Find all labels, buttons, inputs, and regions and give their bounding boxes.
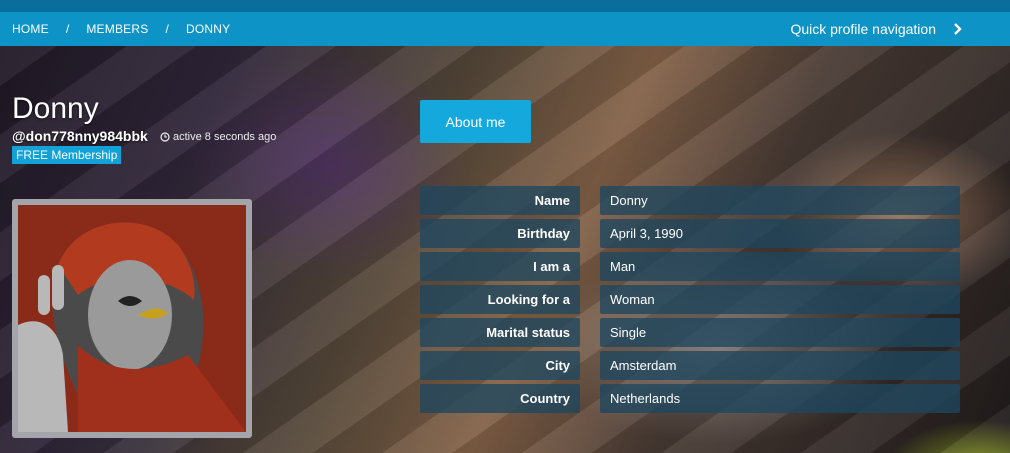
breadcrumb: HOME / MEMBERS / DONNY: [12, 12, 230, 46]
detail-label: Marital status: [420, 318, 580, 347]
activity-text: active 8 seconds ago: [173, 131, 277, 143]
profile-username: @don778nny984bbk: [12, 128, 148, 144]
detail-value: Amsterdam: [600, 351, 960, 380]
breadcrumb-separator: /: [165, 22, 169, 36]
activity-status: active 8 seconds ago: [160, 131, 276, 143]
about-me-button[interactable]: About me: [420, 100, 531, 143]
detail-value: Woman: [600, 285, 960, 314]
chevron-right-icon[interactable]: [952, 23, 964, 35]
detail-label: I am a: [420, 252, 580, 281]
detail-label: Country: [420, 384, 580, 413]
top-strip: [0, 0, 1010, 12]
detail-label: Birthday: [420, 219, 580, 248]
detail-value: Donny: [600, 186, 960, 215]
breadcrumb-current: DONNY: [185, 22, 231, 36]
membership-badge: FREE Membership: [12, 146, 122, 164]
navbar: HOME / MEMBERS / DONNY Quick profile nav…: [0, 12, 1010, 46]
detail-label: Looking for a: [420, 285, 580, 314]
breadcrumb-members[interactable]: MEMBERS: [86, 22, 148, 36]
avatar[interactable]: [12, 199, 252, 438]
breadcrumb-home[interactable]: HOME: [12, 22, 49, 36]
breadcrumb-separator: /: [65, 22, 70, 36]
clock-icon: [160, 132, 170, 142]
detail-value: Netherlands: [600, 384, 960, 413]
detail-value: Man: [600, 252, 960, 281]
quick-profile-navigation[interactable]: Quick profile navigation: [790, 12, 962, 46]
detail-value: Single: [600, 318, 960, 347]
detail-label: Name: [420, 186, 580, 215]
avatar-image: [18, 205, 246, 432]
profile-name: Donny: [12, 92, 99, 125]
quick-profile-navigation-label: Quick profile navigation: [790, 21, 936, 37]
detail-value: April 3, 1990: [600, 219, 960, 248]
detail-label: City: [420, 351, 580, 380]
